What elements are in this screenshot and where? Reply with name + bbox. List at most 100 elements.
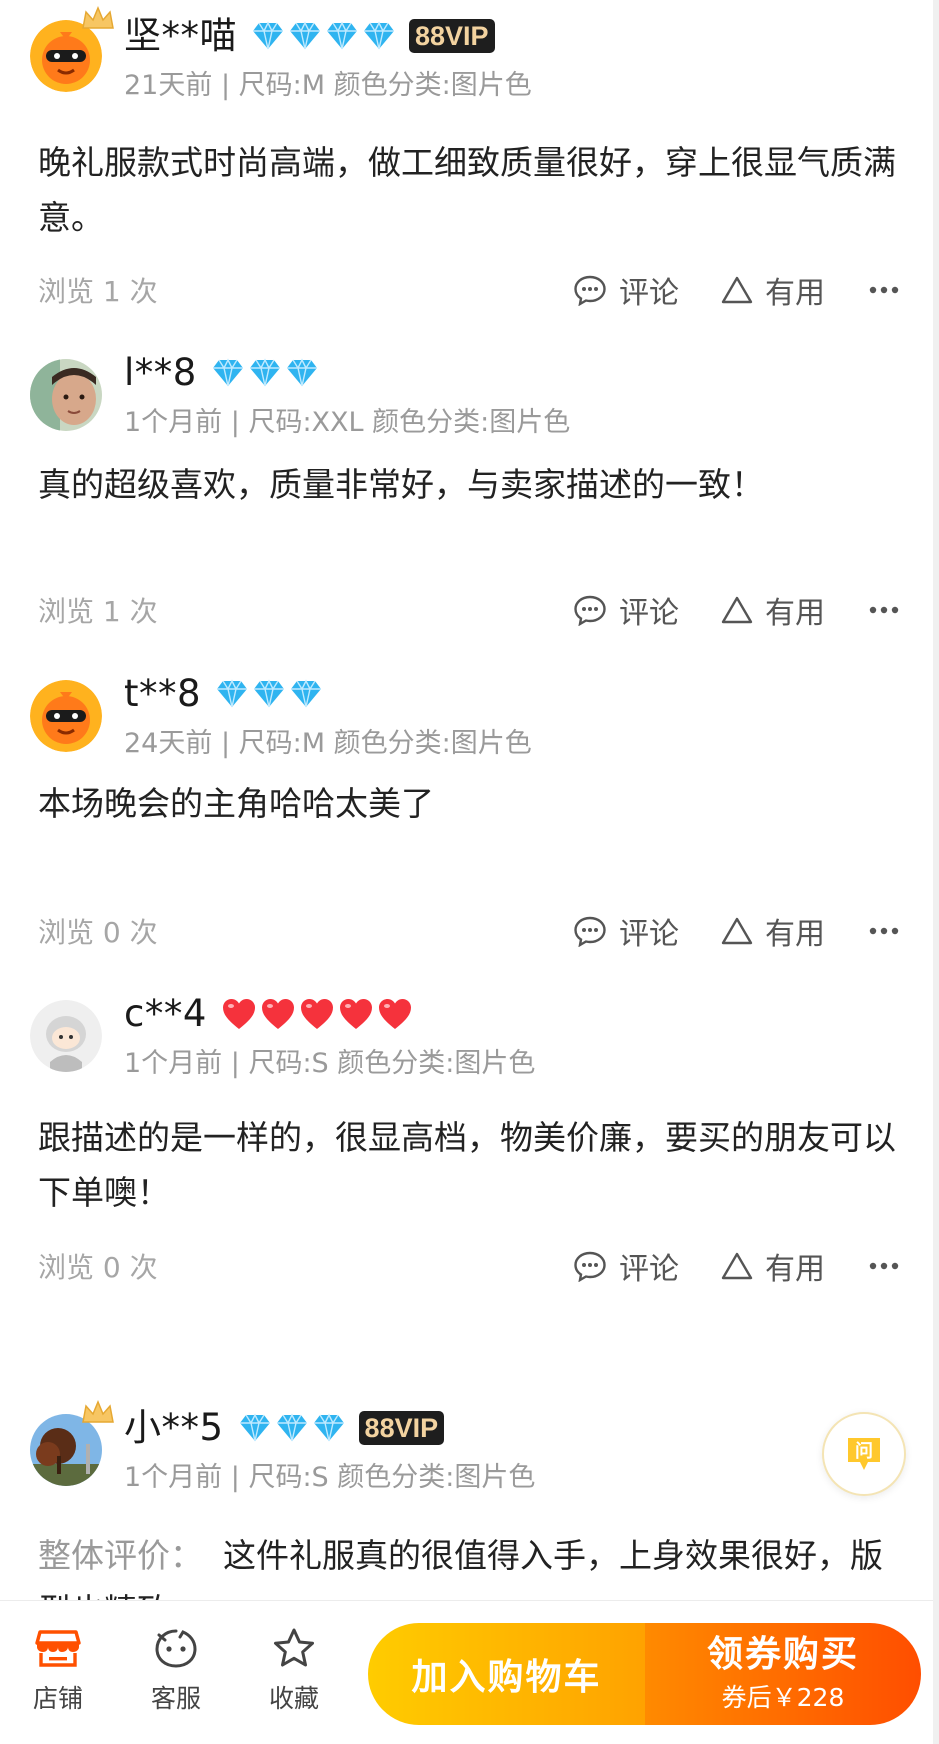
comment-button[interactable]: 评论 [573,909,679,953]
store-icon [35,1630,81,1667]
buy-label: 领券购买 [706,1634,859,1675]
vip-badge: 88VIP [358,1411,445,1445]
review-meta: 24天前 | 尺码:M 颜色分类:图片色 [124,728,532,759]
coupon-price: 券后￥228 [721,1683,845,1712]
comment-label: 评论 [619,276,679,311]
level-badges [215,679,326,709]
question-bubble-icon: 问 [848,1438,880,1470]
avatar[interactable] [30,6,114,92]
cart-label: 加入购物车 [411,1657,602,1698]
useful-button[interactable]: 有用 [721,268,825,312]
comment-button[interactable]: 评论 [573,1244,679,1288]
view-count: 浏览 0 次 [38,916,158,949]
review-content: 本场晚会的主角哈哈太美了 [38,784,434,823]
review-actions: 浏览 1 次 评论 有用 [38,268,899,312]
child-photo [30,359,102,431]
username[interactable]: 坚**喵 [124,14,237,58]
triangle-icon [721,1252,753,1280]
heart-icon [261,999,294,1029]
comment-icon [574,595,606,626]
diamond-icon [291,679,322,708]
level-badges [211,358,322,388]
scroll-edge [933,0,939,1744]
ask-button[interactable]: 问 [822,1412,906,1496]
avatar[interactable] [30,359,102,431]
customer-service-button[interactable]: 客服 [126,1627,226,1715]
diamond-icon [290,21,320,50]
review-actions: 浏览 0 次 评论 有用 [38,909,899,953]
review-content: 整体评价：这件礼服真的很值得入手，上身效果很好，版型也精致 [38,1528,898,1600]
comment-button[interactable]: 评论 [573,268,679,312]
diamond-icon [276,1413,307,1442]
heart-icon [300,999,333,1029]
username[interactable]: 小**5 [124,1406,224,1450]
comment-icon [574,1251,606,1282]
more-button[interactable] [869,286,899,294]
level-badges [251,21,399,51]
more-icon [869,286,899,294]
store-button[interactable]: 店铺 [8,1627,108,1715]
view-count: 浏览 0 次 [38,1251,158,1284]
diamond-icon [249,358,280,387]
review-meta: 21天前 | 尺码:M 颜色分类:图片色 [124,70,532,101]
coupon-buy-button[interactable]: 领券购买 券后￥228 [645,1623,921,1725]
avatar[interactable] [30,1000,102,1072]
view-count: 浏览 1 次 [38,275,158,308]
review-content: 晚礼服款式时尚高端，做工细致质量很好，穿上很显气质满意。 [38,143,896,237]
bottom-action-bar: 店铺 客服 收藏 加入购物车 领券购买 券后￥228 [0,1600,939,1744]
avatar[interactable] [30,1400,114,1486]
comment-icon [574,275,606,306]
review-actions: 浏览 0 次 评论 有用 [38,1244,899,1288]
diamond-icon [286,358,317,387]
review-meta: 1个月前 | 尺码:S 颜色分类:图片色 [124,1462,536,1493]
name-row: 坚**喵 88VIP [124,14,495,58]
service-label: 客服 [150,1684,201,1713]
more-button[interactable] [869,606,899,614]
more-button[interactable] [869,1262,899,1270]
review-content: 跟描述的是一样的，很显高档，物美价廉，要买的朋友可以下单噢！ [38,1118,896,1212]
more-icon [869,927,899,935]
useful-label: 有用 [765,1252,825,1287]
name-row: c**4 [124,992,416,1036]
useful-button[interactable]: 有用 [721,588,825,632]
review-item: l**8 1个月前 | 尺码:XXL 颜色分类:图片色 真的超级喜欢，质量非常好… [0,337,939,631]
review-content: 真的超级喜欢，质量非常好，与卖家描述的一致！ [38,465,764,504]
username[interactable]: c**4 [124,992,207,1036]
useful-label: 有用 [765,917,825,952]
heart-icon [339,999,372,1029]
level-badges [238,1413,349,1443]
more-icon [869,606,899,614]
avatar[interactable] [30,680,102,752]
service-face-icon [155,1629,197,1668]
name-row: l**8 [124,351,322,395]
add-to-cart-button[interactable]: 加入购物车 [368,1623,645,1725]
diamond-icon [364,21,394,50]
overall-rating-label: 整体评价： [38,1536,203,1575]
triangle-icon [721,917,753,945]
useful-label: 有用 [765,276,825,311]
store-label: 店铺 [32,1684,83,1713]
vip-badge: 88VIP [409,19,495,53]
ask-label: 问 [855,1441,873,1462]
username[interactable]: t**8 [124,672,201,716]
useful-button[interactable]: 有用 [721,909,825,953]
crown-icon [82,1400,114,1423]
diamond-icon [254,679,285,708]
review-actions: 浏览 1 次 评论 有用 [38,588,899,632]
view-count: 浏览 1 次 [38,595,158,628]
review-meta: 1个月前 | 尺码:XXL 颜色分类:图片色 [124,407,571,438]
comment-button[interactable]: 评论 [573,588,679,632]
name-row: 小**5 88VIP [124,1406,445,1450]
review-meta: 1个月前 | 尺码:S 颜色分类:图片色 [124,1048,536,1079]
useful-button[interactable]: 有用 [721,1244,825,1288]
username[interactable]: l**8 [124,351,197,395]
heart-icon [222,999,255,1029]
favorite-button[interactable]: 收藏 [244,1627,344,1715]
diamond-icon [212,358,243,387]
crown-icon [82,6,114,29]
level-badges [221,997,416,1031]
comment-label: 评论 [619,1252,679,1287]
more-button[interactable] [869,927,899,935]
triangle-icon [721,276,753,304]
review-item: 坚**喵 88VIP 21天前 | 尺码:M 颜色分类:图片色 晚礼服款式时尚高… [0,0,939,312]
